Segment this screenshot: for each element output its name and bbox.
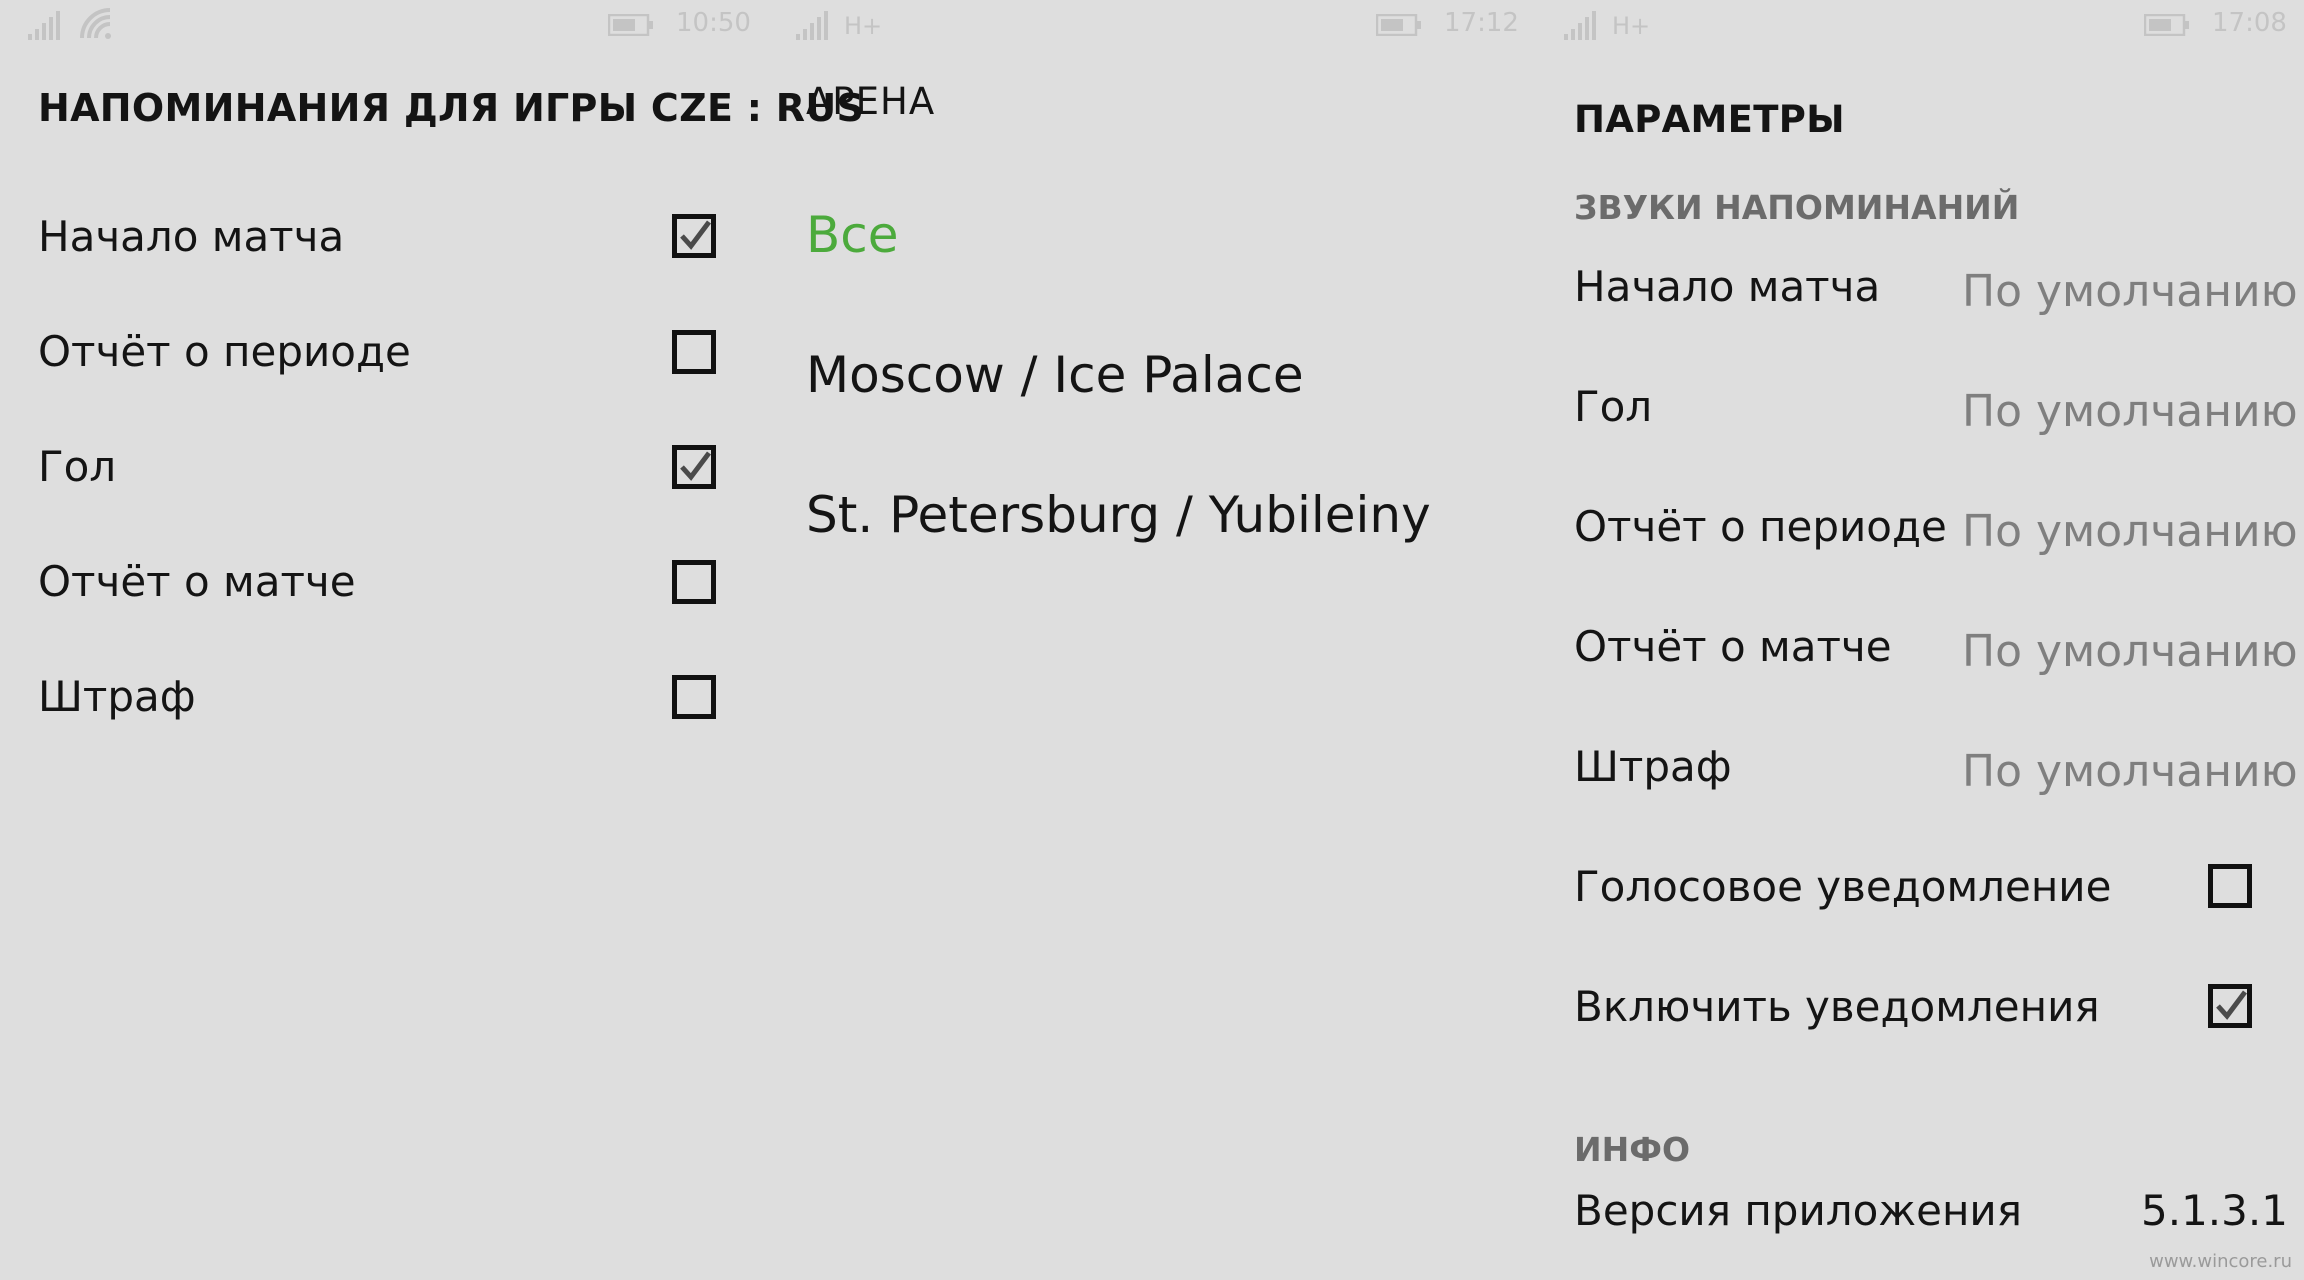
status-bar: H+ 17:08 bbox=[1536, 0, 2304, 52]
signal-icon bbox=[796, 11, 828, 40]
sound-value[interactable]: По умолчанию bbox=[1962, 626, 2298, 677]
arena-option[interactable]: St. Petersburg / Yubileiny bbox=[806, 486, 1431, 544]
sound-value[interactable]: По умолчанию bbox=[1962, 386, 2298, 437]
network-type: H+ bbox=[1612, 12, 1651, 40]
reminder-label: Начало матча bbox=[38, 212, 345, 261]
battery-icon bbox=[608, 14, 653, 36]
section-header-info: ИНФО bbox=[1574, 1130, 1691, 1169]
reminder-label: Гол bbox=[38, 442, 117, 491]
status-bar: 10:50 bbox=[0, 0, 768, 52]
signal-icon bbox=[1564, 11, 1596, 40]
page-title: НАПОМИНАНИЯ ДЛЯ ИГРЫ CZE : RUS bbox=[38, 86, 865, 130]
arena-option-all[interactable]: Все bbox=[806, 206, 899, 264]
network-type: H+ bbox=[844, 12, 883, 40]
sound-label: Отчёт о периоде bbox=[1574, 502, 1947, 551]
sound-label: Гол bbox=[1574, 382, 1653, 431]
sound-value[interactable]: По умолчанию bbox=[1962, 266, 2298, 317]
reminder-label: Штраф bbox=[38, 672, 196, 721]
reminder-checkbox[interactable] bbox=[672, 675, 716, 719]
reminder-checkbox[interactable] bbox=[672, 330, 716, 374]
sound-label: Начало матча bbox=[1574, 262, 1881, 311]
enable-notifications-checkbox[interactable] bbox=[2208, 984, 2252, 1028]
arena-option[interactable]: Moscow / Ice Palace bbox=[806, 346, 1304, 404]
sound-value[interactable]: По умолчанию bbox=[1962, 746, 2298, 797]
reminder-checkbox[interactable] bbox=[672, 445, 716, 489]
signal-icon bbox=[28, 11, 60, 40]
clock: 10:50 bbox=[676, 8, 751, 38]
reminder-checkbox[interactable] bbox=[672, 214, 716, 258]
reminder-label: Отчёт о периоде bbox=[38, 327, 411, 376]
sound-label: Отчёт о матче bbox=[1574, 622, 1892, 671]
sound-label: Штраф bbox=[1574, 742, 1732, 791]
clock: 17:08 bbox=[2212, 8, 2287, 38]
toggle-label: Включить уведомления bbox=[1574, 982, 2100, 1031]
wifi-icon bbox=[80, 8, 111, 39]
voice-notification-checkbox[interactable] bbox=[2208, 864, 2252, 908]
reminders-screen: 10:50 НАПОМИНАНИЯ ДЛЯ ИГРЫ CZE : RUS Нач… bbox=[0, 0, 864, 1280]
checkmark-icon bbox=[2216, 990, 2247, 1020]
version-label: Версия приложения bbox=[1574, 1186, 2022, 1235]
status-bar: H+ 17:12 bbox=[768, 0, 1536, 52]
battery-icon bbox=[1376, 14, 1421, 36]
reminder-label: Отчёт о матче bbox=[38, 557, 356, 606]
version-value: 5.1.3.1 bbox=[2141, 1186, 2288, 1235]
section-header-sounds: ЗВУКИ НАПОМИНАНИЙ bbox=[1574, 188, 2020, 227]
checkmark-icon bbox=[680, 451, 711, 481]
checkmark-icon bbox=[680, 220, 711, 250]
reminder-checkbox[interactable] bbox=[672, 560, 716, 604]
arena-screen: H+ 17:12 АРЕНА Все Moscow / Ice Palace S… bbox=[768, 0, 1536, 1280]
page-title: АРЕНА bbox=[806, 80, 936, 123]
sound-value[interactable]: По умолчанию bbox=[1962, 506, 2298, 557]
page-title: ПАРАМЕТРЫ bbox=[1574, 98, 1845, 141]
settings-screen: H+ 17:08 ПАРАМЕТРЫ ЗВУКИ НАПОМИНАНИЙ Нач… bbox=[1536, 0, 2304, 1280]
watermark: www.wincore.ru bbox=[2149, 1251, 2292, 1272]
clock: 17:12 bbox=[1444, 8, 1519, 38]
battery-icon bbox=[2144, 14, 2189, 36]
toggle-label: Голосовое уведомление bbox=[1574, 862, 2112, 911]
